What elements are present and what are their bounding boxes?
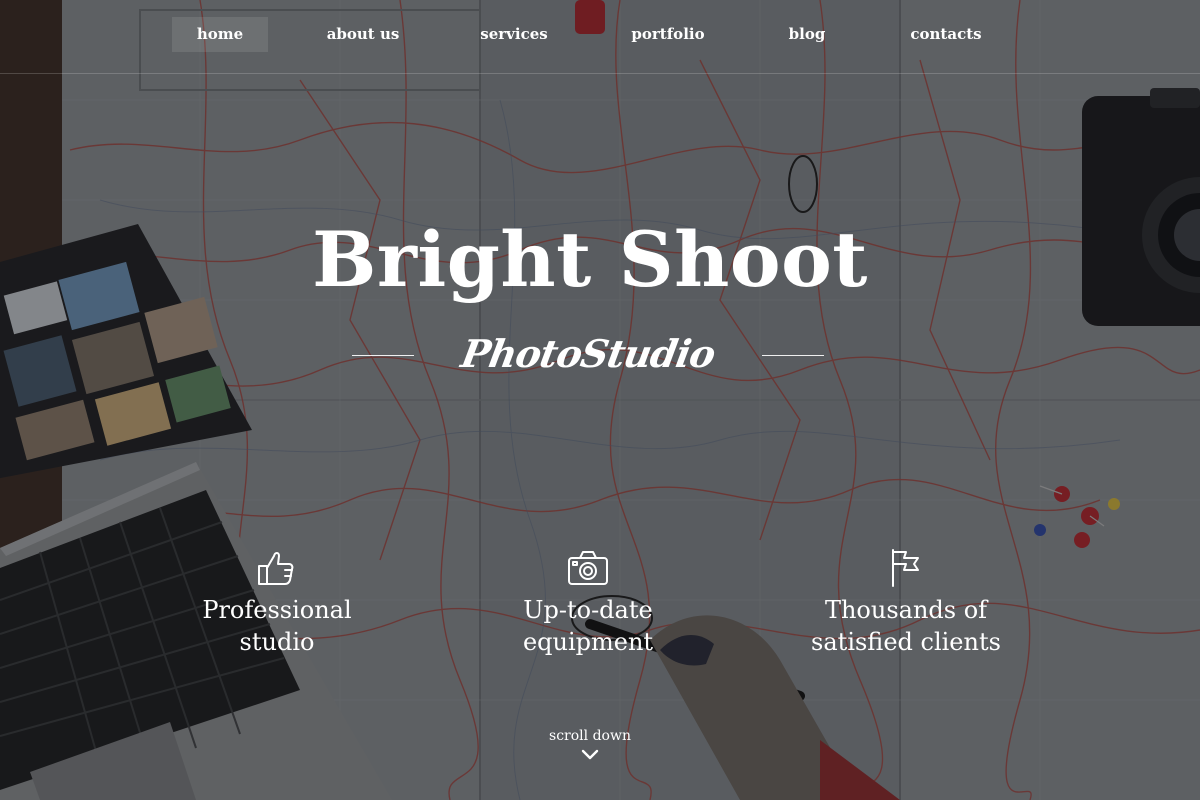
scroll-down-link[interactable]: scroll down <box>530 726 650 762</box>
hero-title: Bright Shoot <box>312 215 868 304</box>
hero-subtitle-row: PhotoStudio <box>352 324 824 384</box>
main-navigation: home about us services portfolio blog co… <box>0 0 1200 74</box>
thumbs-up-icon <box>255 546 299 590</box>
chevron-down-icon <box>580 748 600 762</box>
feature-professional-studio: Professional studio <box>147 546 407 658</box>
subtitle-divider-right <box>762 355 824 356</box>
nav-item-blog[interactable]: blog <box>770 17 844 52</box>
flag-icon <box>884 546 928 590</box>
nav-item-contacts[interactable]: contacts <box>896 17 996 52</box>
camera-icon <box>566 546 610 590</box>
feature-up-to-date-equipment: Up-to-date equipment <box>458 546 718 658</box>
feature-label: Professional studio <box>202 596 352 656</box>
feature-label: Thousands of satisfied clients <box>811 596 1001 656</box>
nav-item-services[interactable]: services <box>466 17 562 52</box>
dark-overlay <box>0 0 1200 800</box>
page: home about us services portfolio blog co… <box>0 0 1200 800</box>
hero-subtitle: PhotoStudio <box>457 331 719 376</box>
feature-label: Up-to-date equipment <box>522 596 654 656</box>
nav-item-home[interactable]: home <box>172 17 268 52</box>
feature-satisfied-clients: Thousands of satisfied clients <box>776 546 1036 658</box>
scroll-down-label: scroll down <box>549 728 631 744</box>
nav-item-portfolio[interactable]: portfolio <box>620 17 716 52</box>
subtitle-divider-left <box>352 355 414 356</box>
nav-item-about-us[interactable]: about us <box>310 17 416 52</box>
